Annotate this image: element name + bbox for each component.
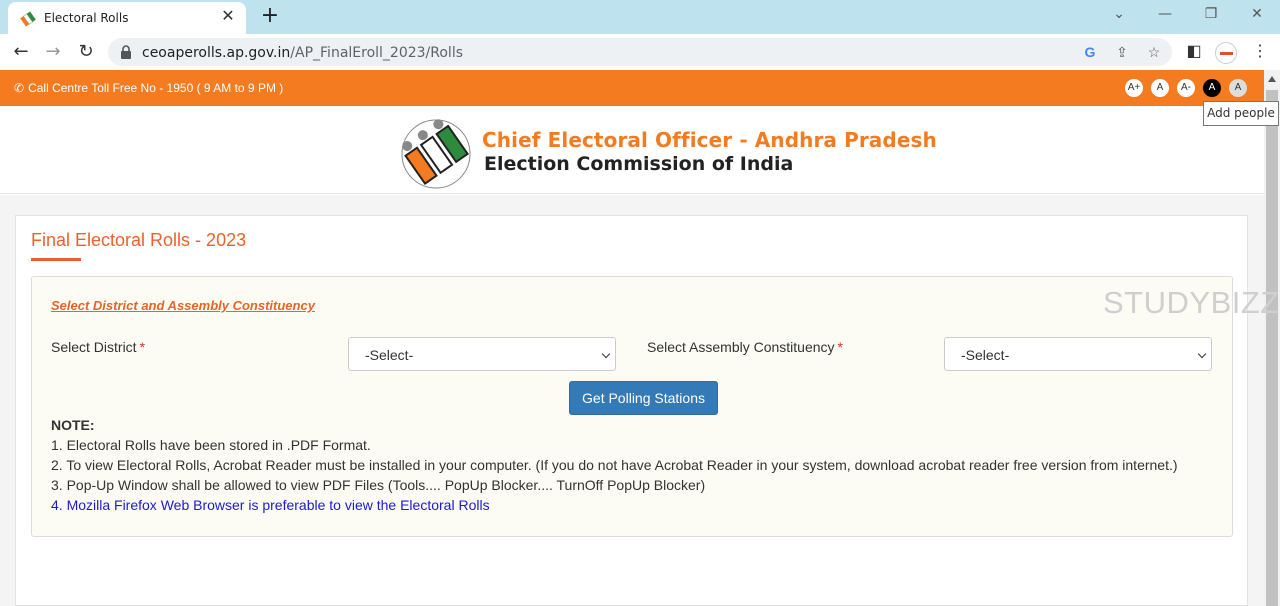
info-bar: ✆ Call Centre Toll Free No - 1950 ( 9 AM … bbox=[0, 70, 1264, 106]
reload-icon[interactable]: ↻ bbox=[75, 41, 97, 63]
avatar[interactable] bbox=[1215, 42, 1237, 64]
chevron-down-icon bbox=[1197, 349, 1207, 359]
browser-tab[interactable]: Electoral Rolls ✕ bbox=[8, 2, 246, 34]
call-centre-text: ✆ Call Centre Toll Free No - 1950 ( 9 AM … bbox=[14, 81, 283, 95]
required-mark: * bbox=[139, 339, 146, 355]
ac-label: Select Assembly Constituency * bbox=[647, 339, 843, 355]
star-icon[interactable]: ☆ bbox=[1145, 43, 1163, 61]
menu-icon[interactable]: ⋮ bbox=[1250, 42, 1270, 62]
org-subtitle: Election Commission of India bbox=[484, 153, 794, 175]
phone-icon: ✆ bbox=[14, 81, 25, 95]
chevron-down-icon[interactable]: ⌄ bbox=[1108, 6, 1130, 22]
page-scrollbar[interactable] bbox=[1264, 70, 1280, 606]
close-icon[interactable]: ✕ bbox=[218, 7, 238, 27]
lock-icon bbox=[121, 45, 131, 59]
url-text[interactable]: ceoaperolls.ap.gov.in/AP_FinalEroll_2023… bbox=[142, 45, 463, 61]
title-underline bbox=[31, 258, 81, 261]
favicon-icon bbox=[20, 11, 36, 27]
forward-icon[interactable]: → bbox=[42, 41, 64, 63]
watermark: STUDYBIZZ bbox=[1103, 285, 1280, 320]
note-item: 1. Electoral Rolls have been stored in .… bbox=[51, 437, 371, 453]
district-selected-value: -Select- bbox=[365, 347, 414, 363]
address-bar[interactable]: ceoaperolls.ap.gov.in/AP_FinalEroll_2023… bbox=[108, 38, 1172, 66]
get-polling-stations-button[interactable]: Get Polling Stations bbox=[569, 381, 718, 415]
note-item: 4. Mozilla Firefox Web Browser is prefer… bbox=[51, 497, 490, 513]
note-item: 2. To view Electoral Rolls, Acrobat Read… bbox=[51, 457, 1178, 473]
note-title: NOTE: bbox=[51, 417, 95, 433]
contrast-light-button[interactable]: A bbox=[1229, 79, 1247, 97]
scroll-thumb[interactable] bbox=[1266, 90, 1278, 606]
page-title: Final Electoral Rolls - 2023 bbox=[31, 230, 247, 250]
google-icon[interactable]: G bbox=[1081, 43, 1099, 61]
scroll-up-icon[interactable] bbox=[1268, 76, 1276, 82]
district-label-text: Select District bbox=[51, 339, 137, 355]
font-increase-button[interactable]: A+ bbox=[1125, 79, 1143, 97]
contrast-dark-button[interactable]: A bbox=[1203, 79, 1221, 97]
url-host: ceoaperolls.ap.gov.in bbox=[142, 45, 291, 61]
ac-label-text: Select Assembly Constituency bbox=[647, 339, 835, 355]
call-centre-label: Call Centre Toll Free No - 1950 ( 9 AM t… bbox=[28, 81, 284, 95]
font-decrease-button[interactable]: A- bbox=[1177, 79, 1195, 97]
ac-selected-value: -Select- bbox=[961, 347, 1010, 363]
add-people-tooltip: Add people bbox=[1203, 101, 1279, 126]
chevron-down-icon bbox=[601, 349, 611, 359]
sidepanel-icon[interactable]: ◧ bbox=[1184, 42, 1204, 62]
browser-toolbar: ← → ↻ ceoaperolls.ap.gov.in/AP_FinalErol… bbox=[0, 34, 1280, 70]
restore-icon[interactable]: ❐ bbox=[1200, 6, 1222, 22]
plus-icon[interactable]: + bbox=[258, 4, 282, 28]
back-icon[interactable]: ← bbox=[10, 41, 32, 63]
window-close-icon[interactable]: ✕ bbox=[1246, 6, 1268, 22]
site-header: Chief Electoral Officer - Andhra Pradesh… bbox=[0, 106, 1264, 194]
note-item: 3. Pop-Up Window shall be allowed to vie… bbox=[51, 477, 706, 493]
font-normal-button[interactable]: A bbox=[1151, 79, 1169, 97]
required-mark: * bbox=[837, 339, 843, 355]
org-title: Chief Electoral Officer - Andhra Pradesh bbox=[482, 128, 937, 152]
browser-tab-bar: Electoral Rolls ✕ + ⌄ — ❐ ✕ bbox=[0, 0, 1280, 34]
ac-select[interactable]: -Select- bbox=[944, 337, 1212, 371]
district-select[interactable]: -Select- bbox=[348, 337, 616, 371]
district-label: Select District * bbox=[51, 339, 145, 355]
section-heading: Select District and Assembly Constituenc… bbox=[51, 298, 315, 313]
url-path: /AP_FinalEroll_2023/Rolls bbox=[290, 45, 464, 61]
eci-logo-icon bbox=[401, 119, 471, 189]
share-icon[interactable]: ⇪ bbox=[1113, 43, 1131, 61]
tab-title: Electoral Rolls bbox=[44, 11, 129, 25]
minimize-icon[interactable]: — bbox=[1154, 6, 1176, 22]
